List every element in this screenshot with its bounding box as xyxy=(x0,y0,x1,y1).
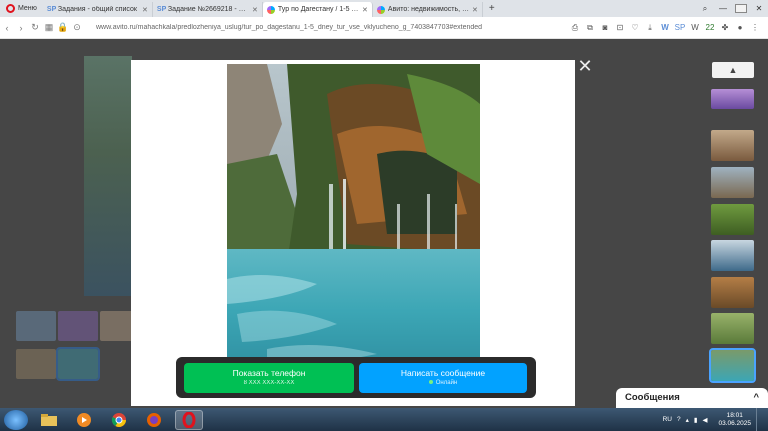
messages-widget[interactable]: Сообщения ^ xyxy=(616,388,768,408)
network-icon[interactable]: ▮ xyxy=(694,416,698,424)
write-message-button[interactable]: Написать сообщение Онлайн xyxy=(359,363,527,393)
search-tabs-icon[interactable]: ⌕ xyxy=(696,4,714,14)
thumbnail-photo-selected[interactable] xyxy=(709,348,756,383)
camera-icon[interactable]: ◙ xyxy=(600,23,610,33)
extensions-puzzle-icon[interactable]: ✤ xyxy=(720,23,730,33)
toolbar-extensions: ⎙ ⧉ ◙ ⊡ ♡ ⤓ W SP W 22 ✤ ● ⋮ xyxy=(570,23,760,33)
write-message-label: Написать сообщение xyxy=(400,368,486,378)
tab-tasks-list[interactable]: SP Задания - общий список ✕ xyxy=(43,2,153,17)
thumbnails-scroll-up-button[interactable]: ▲ xyxy=(712,62,754,78)
tab-task-detail[interactable]: SP Задание №2669218 - про ✕ xyxy=(153,2,263,17)
background-thumbnail xyxy=(16,311,56,341)
file-explorer-icon[interactable] xyxy=(35,410,63,430)
tab-bar: Меню SP Задания - общий список ✕ SP Зада… xyxy=(0,0,768,17)
background-thumbnail xyxy=(56,347,100,381)
account-icon[interactable]: ● xyxy=(735,23,745,33)
close-window-button[interactable]: ✕ xyxy=(750,4,768,13)
opera-taskbar-icon[interactable] xyxy=(175,409,203,430)
show-phone-button[interactable]: Показать телефон 8 XXX XXX-XX-XX xyxy=(184,363,354,393)
tab-dagestan-tour[interactable]: Тур по Дагестану / 1-5 дн ✕ xyxy=(262,2,373,17)
start-button[interactable] xyxy=(4,409,28,430)
reader-icon[interactable]: ⊡ xyxy=(615,23,625,33)
background-thumbnail xyxy=(16,349,56,379)
avito-favicon-icon xyxy=(376,5,385,14)
media-player-icon[interactable] xyxy=(70,410,98,430)
thumbnail-photo[interactable] xyxy=(711,89,754,109)
address-bar-row: ‹ › ↻ ▦ 🔒 ⊙ www.avito.ru/mahachkala/pred… xyxy=(0,17,768,39)
language-indicator[interactable]: RU xyxy=(663,416,672,423)
system-tray: RU ? ▴ ▮ ◀ 18:01 03.06.2025 xyxy=(663,408,768,431)
tab-title: Авито: недвижимость, тра xyxy=(387,6,470,13)
opera-menu-button[interactable]: Меню xyxy=(0,0,43,17)
close-tab-icon[interactable]: ✕ xyxy=(362,6,368,14)
tab-title: Задания - общий список xyxy=(57,6,137,13)
more-menu-icon[interactable]: ⋮ xyxy=(750,23,760,33)
firefox-icon[interactable] xyxy=(140,410,168,430)
clock[interactable]: 18:01 03.06.2025 xyxy=(718,412,751,428)
chrome-icon[interactable] xyxy=(105,410,133,430)
help-icon[interactable]: ? xyxy=(677,416,681,423)
w-extension-icon[interactable]: W xyxy=(690,23,700,33)
close-lightbox-icon[interactable]: ✕ xyxy=(577,57,593,75)
phone-mask: 8 XXX XXX-XX-XX xyxy=(243,380,295,386)
online-dot-icon xyxy=(428,380,433,385)
thumbnail-photo[interactable] xyxy=(711,167,754,198)
heart-icon[interactable]: ♡ xyxy=(630,23,640,33)
messages-label: Сообщения xyxy=(625,392,680,403)
background-thumbnail xyxy=(58,311,98,341)
close-tab-icon[interactable]: ✕ xyxy=(472,6,478,14)
chevron-up-icon[interactable]: ^ xyxy=(753,392,759,404)
close-tab-icon[interactable]: ✕ xyxy=(252,6,258,14)
lock-icon: 🔒 xyxy=(57,22,69,32)
menu-label: Меню xyxy=(18,5,37,12)
back-icon[interactable]: ‹ xyxy=(0,23,14,33)
online-label: Онлайн xyxy=(435,380,458,386)
thumbnail-photo[interactable] xyxy=(711,240,754,271)
share-icon[interactable]: ⎙ xyxy=(570,23,580,33)
show-desktop-button[interactable] xyxy=(756,408,764,431)
maximize-button[interactable] xyxy=(735,4,747,13)
browser-window: Меню SP Задания - общий список ✕ SP Зада… xyxy=(0,0,768,408)
reload-icon[interactable]: ↻ xyxy=(28,22,42,33)
sp-favicon-icon: SP xyxy=(46,5,57,13)
thumbnail-photo[interactable] xyxy=(711,130,754,161)
clock-time: 18:01 xyxy=(726,411,743,419)
url-field[interactable]: www.avito.ru/mahachkala/predlozheniya_us… xyxy=(96,24,570,31)
windows-taskbar: RU ? ▴ ▮ ◀ 18:01 03.06.2025 xyxy=(0,408,768,431)
window-controls: ⌕ — ✕ xyxy=(696,0,768,17)
tab-grid-icon[interactable]: ▦ xyxy=(42,22,56,33)
main-photo-waterfall[interactable] xyxy=(227,64,480,374)
vpn-icon[interactable]: ⊙ xyxy=(70,22,84,33)
extension-badge-icon[interactable]: 22 xyxy=(705,23,715,33)
avito-favicon-icon xyxy=(266,5,275,14)
opera-logo-icon xyxy=(6,4,15,13)
word-extension-icon[interactable]: W xyxy=(660,23,670,33)
tab-title: Задание №2669218 - про xyxy=(167,6,250,13)
volume-icon[interactable]: ◀ xyxy=(702,416,707,424)
show-phone-label: Показать телефон xyxy=(232,368,306,378)
thumbnail-photo[interactable] xyxy=(711,313,754,344)
new-tab-button[interactable]: + xyxy=(483,3,501,14)
tab-title: Тур по Дагестану / 1-5 дн xyxy=(277,6,360,13)
snapshot-icon[interactable]: ⧉ xyxy=(585,23,595,33)
sp-favicon-icon: SP xyxy=(156,5,167,13)
close-tab-icon[interactable]: ✕ xyxy=(142,6,148,14)
sp-extension-icon[interactable]: SP xyxy=(675,23,686,33)
online-status: Онлайн xyxy=(359,380,527,386)
background-main-photo xyxy=(84,56,132,296)
tab-avito-home[interactable]: Авито: недвижимость, тра ✕ xyxy=(373,2,483,17)
minimize-button[interactable]: — xyxy=(714,4,732,13)
thumbnail-photo[interactable] xyxy=(711,204,754,235)
tray-expand-icon[interactable]: ▴ xyxy=(686,416,689,424)
forward-icon[interactable]: › xyxy=(14,23,28,33)
download-icon[interactable]: ⤓ xyxy=(645,23,655,33)
thumbnail-photo[interactable] xyxy=(711,277,754,308)
clock-date: 03.06.2025 xyxy=(718,419,751,427)
